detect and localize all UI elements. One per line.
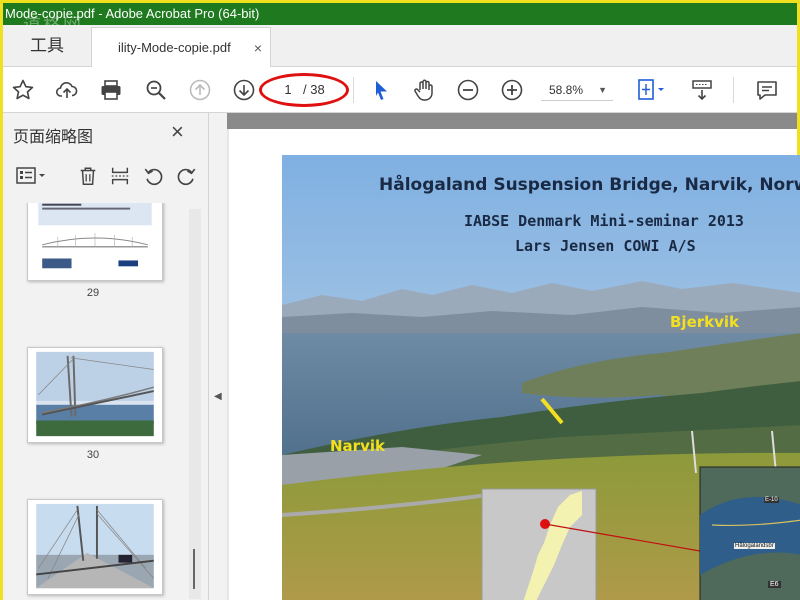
thumbnail-scrollbar[interactable] xyxy=(189,209,201,599)
comment-icon[interactable] xyxy=(753,76,781,104)
thumbnail-list: 29 30 xyxy=(3,203,203,600)
toolbar-divider xyxy=(353,77,354,103)
scrollbar-thumb[interactable] xyxy=(193,549,195,589)
print-icon[interactable] xyxy=(97,76,125,104)
label-bjerkvik: Bjerkvik xyxy=(670,313,740,331)
star-icon[interactable] xyxy=(9,76,37,104)
rotate-right-icon[interactable] xyxy=(173,163,199,189)
scroll-mode-icon[interactable] xyxy=(688,76,716,104)
toolbar-divider xyxy=(733,77,734,103)
page-thumbnail[interactable] xyxy=(27,499,163,595)
zoom-out-icon[interactable] xyxy=(454,76,482,104)
tab-tools[interactable]: 工具 xyxy=(3,25,91,67)
inset-road-label: E-10 xyxy=(764,497,779,503)
tab-document[interactable]: ility-Mode-copie.pdf × xyxy=(91,27,271,68)
select-cursor-icon[interactable] xyxy=(367,76,395,104)
thumbnail-page-number: 29 xyxy=(86,287,100,299)
zoom-search-icon[interactable] xyxy=(142,76,170,104)
highlight-ellipse xyxy=(259,73,349,107)
main-toolbar: 1 / 38 58.8% ▼ xyxy=(3,67,797,113)
zoom-level-select[interactable]: 58.8% ▼ xyxy=(541,79,613,101)
thumbnail-page-number: 30 xyxy=(86,449,100,461)
inset-road-label: E6 xyxy=(768,581,781,588)
previous-page-icon[interactable] xyxy=(186,76,214,104)
panel-collapse-handle[interactable]: ◀ xyxy=(209,113,227,600)
inset-bridge-label: Hålogalandsbr xyxy=(734,543,775,549)
pdf-page: Hålogaland Suspension Bridge, Narvik, No… xyxy=(229,129,800,600)
cloud-upload-icon[interactable] xyxy=(53,76,81,104)
tab-bar: 工具 ility-Mode-copie.pdf × xyxy=(3,25,797,68)
window-title-bar: Mode-copie.pdf - Adobe Acrobat Pro (64-b… xyxy=(3,3,797,25)
delete-page-icon[interactable] xyxy=(75,163,101,189)
page-thumbnail[interactable] xyxy=(27,203,163,281)
hand-tool-icon[interactable] xyxy=(410,76,438,104)
thumbnail-options-icon[interactable] xyxy=(13,163,49,189)
panel-title: 页面缩略图 xyxy=(13,127,94,146)
tab-document-label: ility-Mode-copie.pdf xyxy=(118,40,231,55)
rotate-left-icon[interactable] xyxy=(141,163,167,189)
document-viewer[interactable]: Hålogaland Suspension Bridge, Narvik, No… xyxy=(227,113,800,600)
zoom-in-icon[interactable] xyxy=(498,76,526,104)
slide-photo: Hålogaland Suspension Bridge, Narvik, No… xyxy=(282,155,800,600)
window-title: Mode-copie.pdf - Adobe Acrobat Pro (64-b… xyxy=(5,6,260,21)
page-thumbnail[interactable] xyxy=(27,347,163,443)
next-page-icon[interactable] xyxy=(230,76,258,104)
fit-page-icon[interactable] xyxy=(633,76,669,104)
viewer-top-band xyxy=(227,113,797,129)
chevron-down-icon: ▼ xyxy=(598,85,607,95)
extract-page-icon[interactable] xyxy=(107,163,133,189)
slide-author: Lars Jensen COWI A/S xyxy=(515,237,696,255)
slide-title: Hålogaland Suspension Bridge, Narvik, No… xyxy=(379,175,800,195)
tab-close-icon[interactable]: × xyxy=(254,28,262,68)
thumbnails-panel: 页面缩略图 × 29 30 xyxy=(3,113,209,600)
panel-toolbar xyxy=(3,159,209,195)
label-narvik: Narvik xyxy=(330,437,385,455)
zoom-value: 58.8% xyxy=(549,83,584,97)
slide-subtitle: IABSE Denmark Mini-seminar 2013 xyxy=(464,212,744,230)
chevron-left-icon: ◀ xyxy=(214,391,222,402)
panel-close-icon[interactable]: × xyxy=(171,119,184,145)
